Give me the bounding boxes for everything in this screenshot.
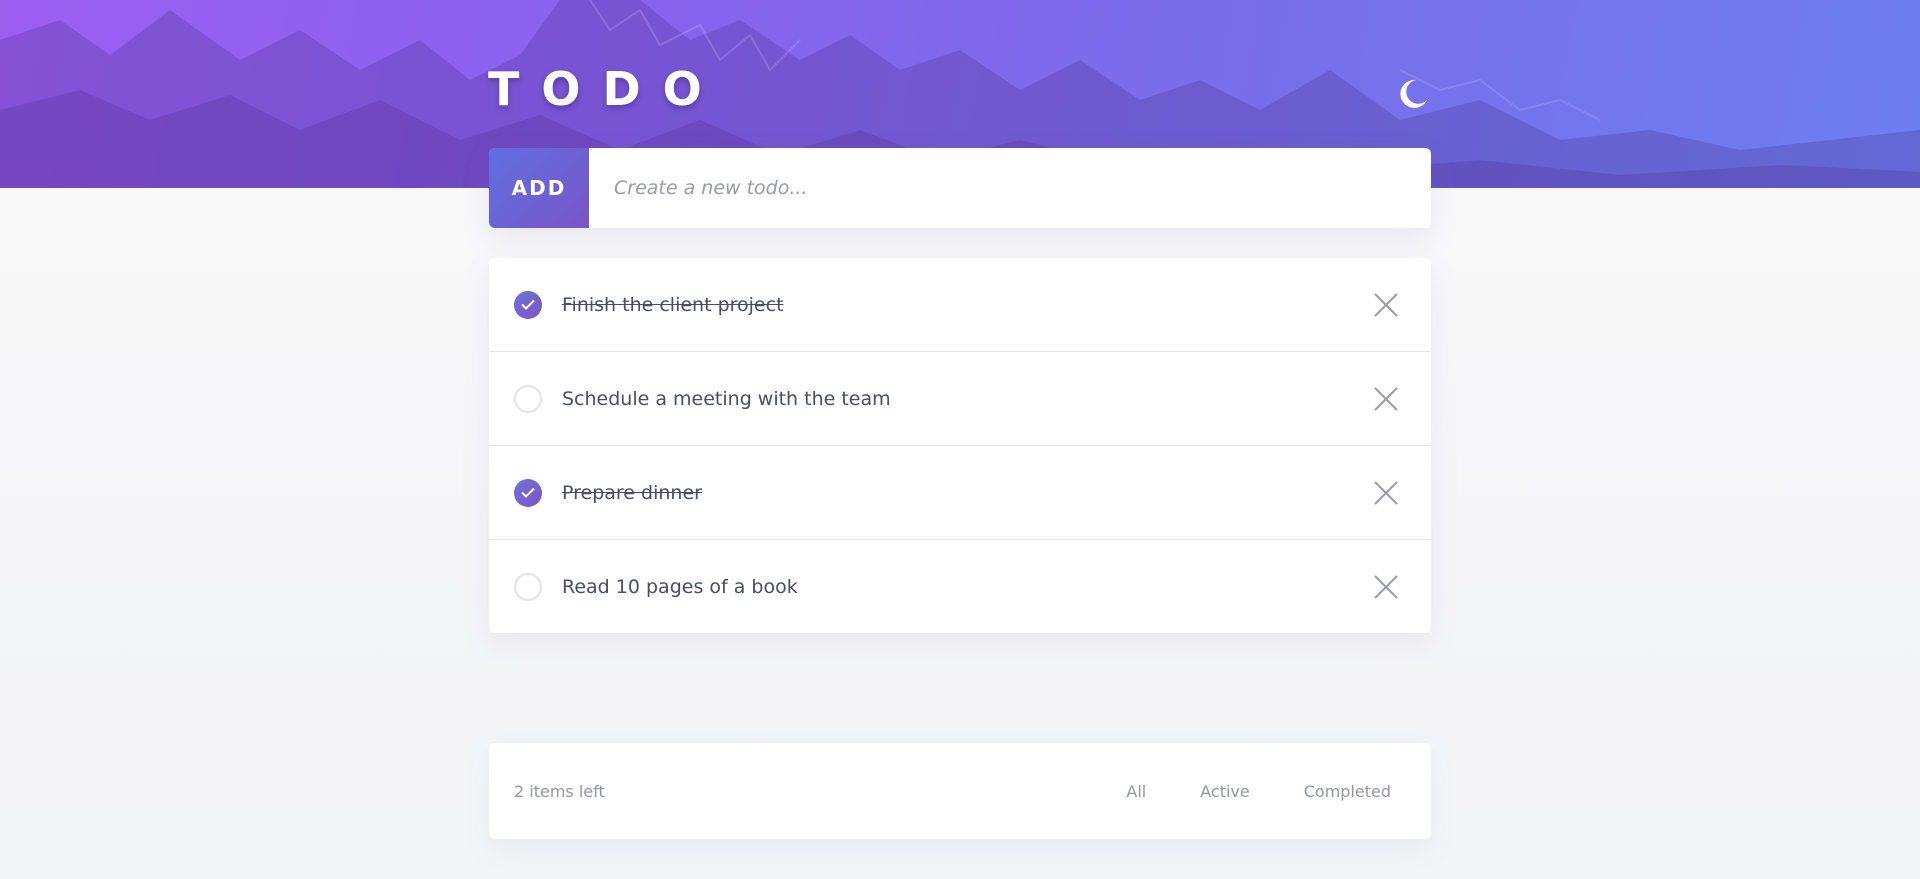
filter-group: All Active Completed: [1072, 782, 1391, 801]
page-title: TODO: [488, 62, 724, 116]
add-todo-bar: ADD: [489, 148, 1431, 228]
check-icon: [521, 487, 535, 498]
checkbox-checked[interactable]: [514, 478, 542, 507]
todo-list: Finish the client project Schedule a mee…: [489, 258, 1431, 633]
check-icon: [521, 299, 535, 310]
checkbox-unchecked[interactable]: [514, 384, 542, 413]
checkbox-unchecked[interactable]: [514, 572, 542, 601]
filter-active[interactable]: Active: [1200, 782, 1250, 801]
todo-item: Read 10 pages of a book: [489, 540, 1431, 633]
moon-icon[interactable]: [1396, 78, 1428, 110]
todo-item: Schedule a meeting with the team: [489, 352, 1431, 446]
checkbox-checked[interactable]: [514, 290, 542, 319]
todo-text: Read 10 pages of a book: [562, 575, 798, 598]
filter-completed[interactable]: Completed: [1304, 782, 1391, 801]
add-button[interactable]: ADD: [489, 148, 589, 228]
filter-all[interactable]: All: [1126, 782, 1146, 801]
todo-item: Prepare dinner: [489, 446, 1431, 540]
delete-icon[interactable]: [1373, 574, 1399, 600]
todo-footer: 2 items left All Active Completed: [489, 743, 1431, 839]
delete-icon[interactable]: [1373, 292, 1399, 318]
new-todo-input[interactable]: [589, 148, 1431, 228]
delete-icon[interactable]: [1373, 480, 1399, 506]
todo-text: Schedule a meeting with the team: [562, 387, 891, 410]
todo-item: Finish the client project: [489, 258, 1431, 352]
todo-text: Prepare dinner: [562, 481, 702, 504]
delete-icon[interactable]: [1373, 386, 1399, 412]
items-left-count: 2 items left: [514, 781, 605, 801]
todo-text: Finish the client project: [562, 293, 784, 316]
